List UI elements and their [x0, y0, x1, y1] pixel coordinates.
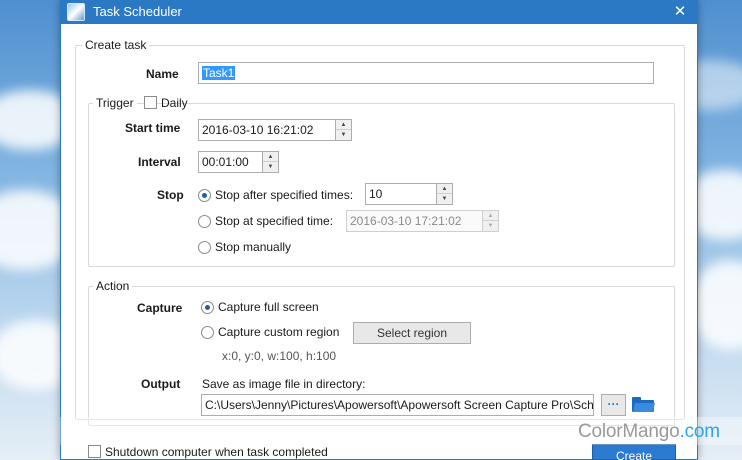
interval-spinner[interactable]: ▲ ▼	[263, 151, 279, 173]
shutdown-label: Shutdown computer when task completed	[105, 445, 328, 459]
stop-times-input[interactable]: 10	[365, 183, 437, 205]
watermark-suffix: .com	[679, 421, 721, 442]
spin-down-icon[interactable]: ▼	[483, 221, 498, 231]
spin-up-icon[interactable]: ▲	[483, 211, 498, 221]
output-caption: Save as image file in directory:	[202, 377, 366, 391]
capture-full-screen-label: Capture full screen	[218, 300, 319, 314]
watermark-brand: ColorMango	[578, 421, 680, 442]
stop-manually-label: Stop manually	[215, 240, 292, 254]
stop-after-times-label: Stop after specified times:	[215, 188, 354, 202]
daily-checkbox[interactable]	[144, 96, 157, 109]
capture-custom-region-label: Capture custom region	[218, 325, 340, 339]
capture-full-screen-radio[interactable]	[201, 301, 214, 314]
create-task-group-title: Create task	[82, 38, 150, 52]
create-button[interactable]: Create	[592, 444, 676, 460]
stop-at-time-spinner[interactable]: ▲ ▼	[483, 210, 499, 232]
capture-label: Capture	[137, 301, 183, 315]
region-info-text: x:0, y:0, w:100, h:100	[222, 349, 337, 363]
stop-times-spinner[interactable]: ▲ ▼	[437, 183, 453, 205]
name-label: Name	[146, 67, 179, 81]
interval-label: Interval	[138, 155, 181, 169]
daily-label: Daily	[161, 96, 188, 110]
task-scheduler-window: Task Scheduler ✕ Create task Name Task1 …	[60, 0, 698, 460]
select-region-button[interactable]: Select region	[353, 322, 471, 344]
stop-at-time-input[interactable]: 2016-03-10 17:21:02	[346, 210, 483, 232]
browse-button[interactable]: ···	[601, 394, 626, 416]
start-time-spinner[interactable]: ▲ ▼	[336, 119, 352, 141]
stop-after-times-radio[interactable]	[198, 189, 211, 202]
name-input-value: Task1	[202, 66, 236, 80]
name-input[interactable]: Task1	[198, 62, 654, 84]
stop-manually-radio[interactable]	[198, 241, 211, 254]
window-title: Task Scheduler	[93, 4, 182, 19]
spin-up-icon[interactable]: ▲	[336, 120, 351, 130]
spin-up-icon[interactable]: ▲	[263, 152, 278, 162]
folder-icon[interactable]	[632, 397, 655, 412]
watermark: ColorMango.com	[578, 421, 720, 443]
title-bar[interactable]: Task Scheduler ✕	[61, 0, 697, 24]
spin-down-icon[interactable]: ▼	[336, 130, 351, 140]
trigger-title: Trigger	[96, 96, 134, 110]
stop-label: Stop	[157, 188, 184, 202]
stop-at-time-radio[interactable]	[198, 215, 211, 228]
output-label: Output	[141, 377, 181, 391]
start-time-input[interactable]: 2016-03-10 16:21:02	[198, 119, 336, 141]
stop-at-time-label: Stop at specified time:	[215, 214, 334, 228]
app-icon	[67, 3, 85, 21]
capture-custom-region-radio[interactable]	[201, 326, 214, 339]
start-time-label: Start time	[125, 121, 181, 135]
spin-up-icon[interactable]: ▲	[437, 184, 452, 194]
trigger-group-title: Trigger	[93, 96, 137, 110]
spin-down-icon[interactable]: ▼	[437, 194, 452, 204]
shutdown-checkbox[interactable]	[88, 445, 101, 458]
spin-down-icon[interactable]: ▼	[263, 162, 278, 172]
output-path-input[interactable]: C:\Users\Jenny\Pictures\Apowersoft\Apowe…	[201, 394, 594, 416]
interval-input[interactable]: 00:01:00	[198, 151, 263, 173]
close-button[interactable]: ✕	[663, 0, 697, 24]
action-group-title: Action	[93, 279, 133, 293]
